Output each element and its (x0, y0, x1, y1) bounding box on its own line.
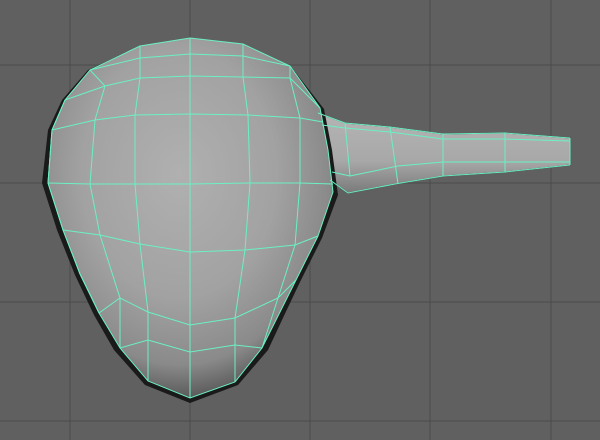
mesh-stem[interactable] (317, 112, 571, 194)
modeling-viewport[interactable] (0, 0, 600, 440)
viewport-canvas[interactable] (0, 0, 600, 440)
polygon-mesh[interactable] (42, 37, 571, 403)
